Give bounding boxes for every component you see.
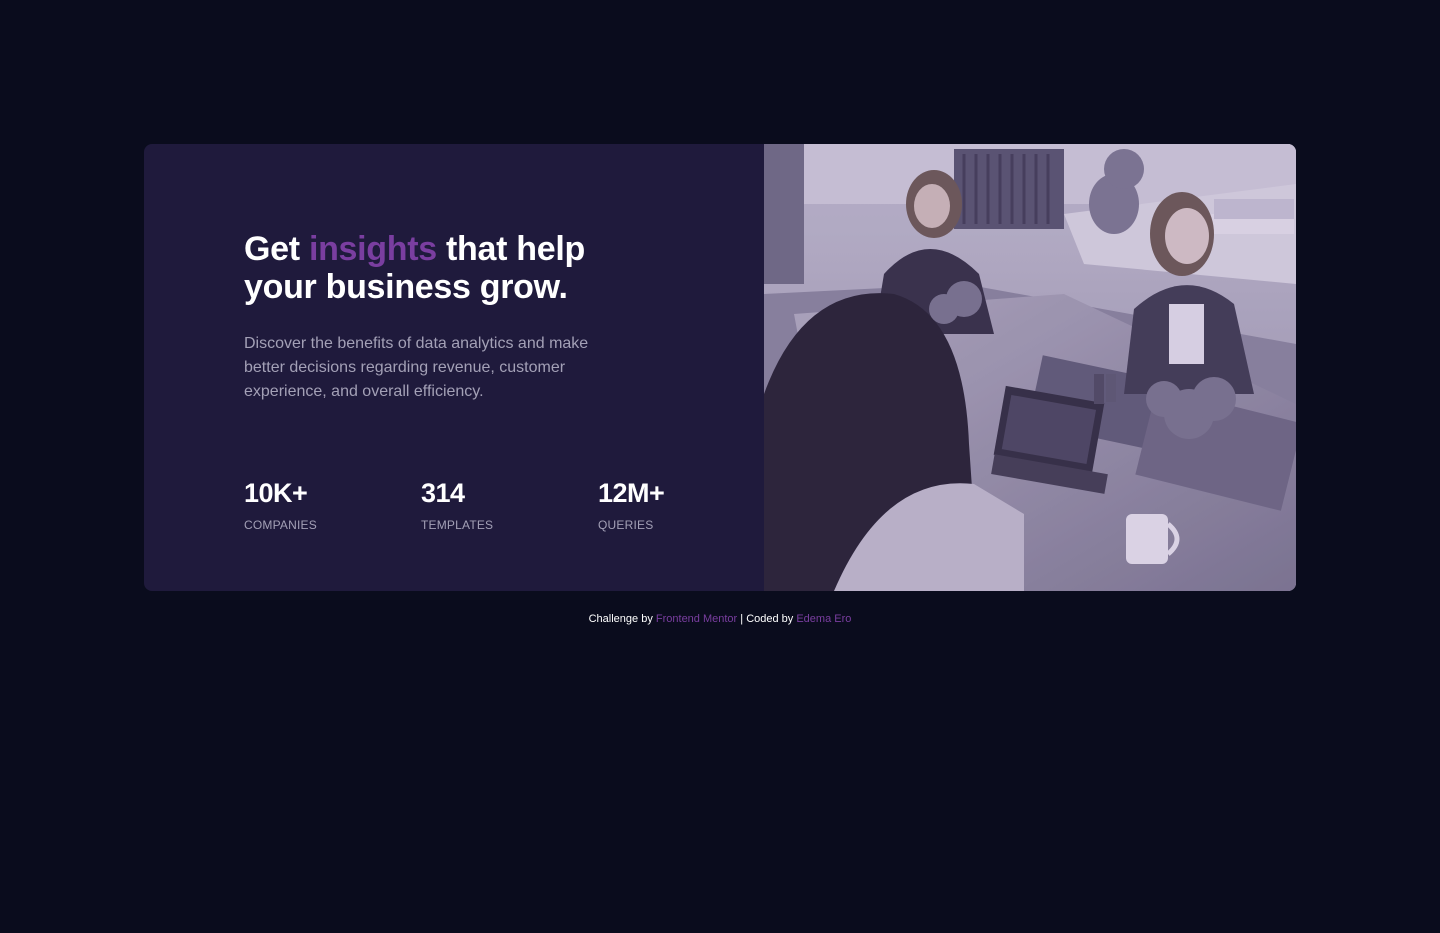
stat-templates: 314 TEMPLATES [421, 477, 598, 533]
attribution-separator: | Coded by [737, 613, 797, 625]
stat-label: COMPANIES [244, 518, 317, 532]
card-description: Discover the benefits of data analytics … [244, 335, 589, 400]
headline-accent-word: insights [308, 230, 437, 268]
stat-value: 12M+ [598, 478, 665, 508]
headline: Get insights that help your business gro… [244, 230, 644, 306]
attribution-prefix: Challenge by [588, 613, 656, 625]
stats-preview-card: Get insights that help your business gro… [144, 144, 1296, 591]
stat-queries: 12M+ QUERIES [598, 477, 775, 533]
office-photo [764, 144, 1296, 591]
stat-label: TEMPLATES [421, 518, 494, 532]
frontend-mentor-link[interactable]: Frontend Mentor [656, 613, 737, 625]
card-content: Get insights that help your business gro… [144, 144, 764, 591]
stat-label: QUERIES [598, 518, 654, 532]
stat-value: 314 [421, 478, 465, 508]
stats-list: 10K+ COMPANIES 314 TEMPLATES 12M+ QUERIE… [244, 477, 775, 533]
author-link[interactable]: Edema Ero [796, 613, 851, 625]
stat-companies: 10K+ COMPANIES [244, 477, 421, 533]
attribution-footer: Challenge by Frontend Mentor | Coded by … [0, 612, 1440, 626]
stat-value: 10K+ [244, 478, 308, 508]
headline-prefix: Get [244, 230, 309, 268]
image-purple-overlay [764, 144, 1296, 591]
